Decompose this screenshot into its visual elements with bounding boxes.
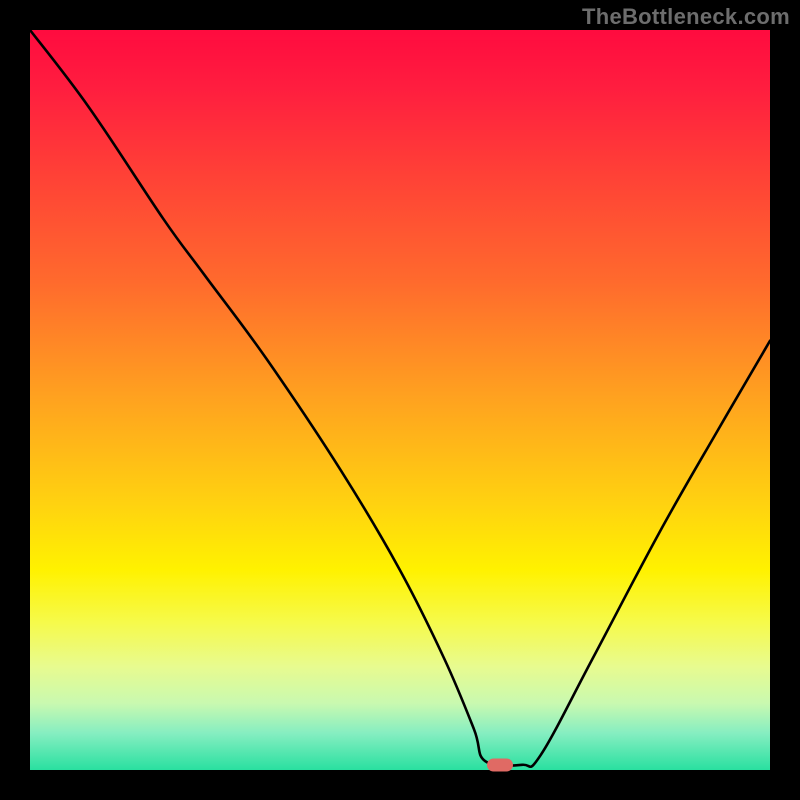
watermark-text: TheBottleneck.com: [582, 4, 790, 30]
chart-frame: TheBottleneck.com: [0, 0, 800, 800]
plot-area: [30, 30, 770, 770]
minimum-marker: [487, 758, 513, 771]
bottleneck-curve: [30, 30, 770, 770]
